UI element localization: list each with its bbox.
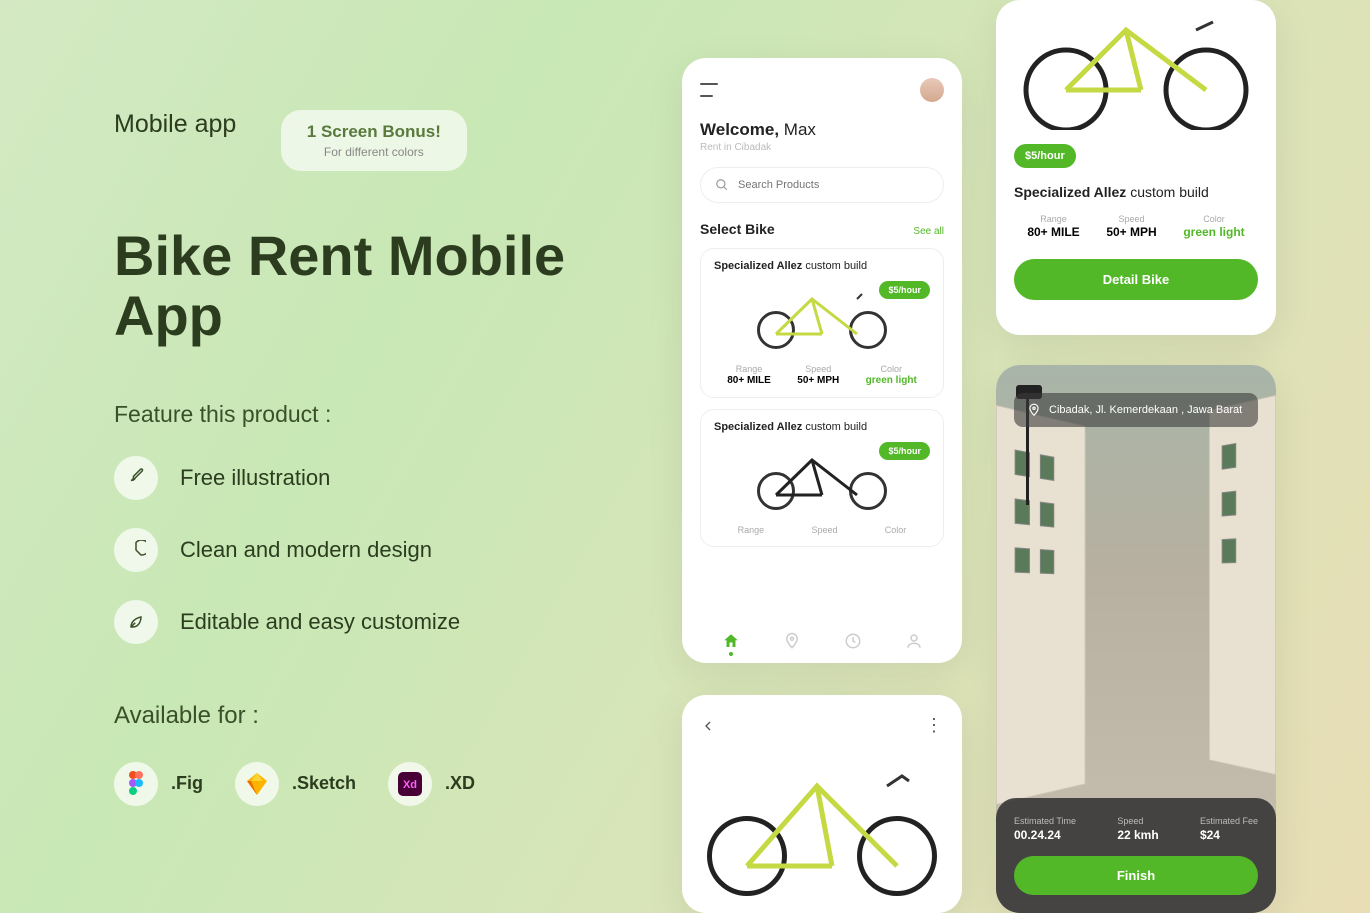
bonus-pill: 1 Screen Bonus! For different colors <box>281 110 467 171</box>
address-text: Cibadak, Jl. Kemerdekaan , Jawa Barat <box>1049 404 1242 416</box>
format-label: .Sketch <box>292 773 356 794</box>
format-xd: Xd .XD <box>388 762 475 806</box>
see-all-link[interactable]: See all <box>913 226 944 237</box>
stat-label: Speed <box>811 525 837 535</box>
phone-ride: Cibadak, Jl. Kemerdekaan , Jawa Barat Es… <box>996 365 1276 913</box>
bike-image-large <box>707 756 937 896</box>
stat-label: Color <box>885 525 907 535</box>
section-title: Select Bike <box>700 221 775 237</box>
back-icon[interactable] <box>700 717 718 735</box>
card-title: Specialized Allez custom build <box>714 421 930 433</box>
stat-label: Color <box>866 364 917 374</box>
stat-label: Speed <box>1106 214 1156 224</box>
stat-value: 00.24.24 <box>1014 828 1076 842</box>
more-icon[interactable]: ⋮ <box>925 715 944 736</box>
stat-value: 80+ MILE <box>727 375 771 386</box>
location-text: Rent in Cibadak <box>700 142 944 153</box>
stat-label: Estimated Time <box>1014 816 1076 826</box>
stat-label: Color <box>1183 214 1244 224</box>
bike-card[interactable]: Specialized Allez custom build $5/hour R… <box>700 409 944 547</box>
bike-image <box>757 445 887 510</box>
format-label: .Fig <box>171 773 203 794</box>
card-title: Specialized Allez custom build <box>714 260 930 272</box>
format-label: .XD <box>445 773 475 794</box>
nav-profile-icon[interactable] <box>905 632 923 650</box>
stat-value: 50+ MPH <box>797 375 839 386</box>
finish-button[interactable]: Finish <box>1014 856 1258 895</box>
stat-label: Range <box>1027 214 1079 224</box>
stat-value: 50+ MPH <box>1106 225 1156 239</box>
feature-text: Clean and modern design <box>180 537 432 563</box>
svg-text:Xd: Xd <box>403 779 417 791</box>
search-icon <box>715 178 729 192</box>
figma-icon <box>114 762 158 806</box>
palette-icon <box>114 528 158 572</box>
price-badge: $5/hour <box>879 442 930 460</box>
format-fig: .Fig <box>114 762 203 806</box>
phone-detail-top: ⋮ <box>682 695 962 913</box>
menu-icon[interactable] <box>700 83 720 97</box>
pin-icon <box>1027 403 1041 417</box>
stat-value: green light <box>1183 225 1244 239</box>
stat-value: 22 kmh <box>1117 828 1158 842</box>
bike-image-large <box>996 0 1276 130</box>
format-sketch: .Sketch <box>235 762 356 806</box>
stat-value: $24 <box>1200 828 1258 842</box>
welcome-text: Welcome, Max <box>700 120 944 140</box>
stat-label: Range <box>727 364 771 374</box>
available-heading: Available for : <box>114 702 654 730</box>
bonus-title: 1 Screen Bonus! <box>307 122 441 142</box>
search-field[interactable] <box>738 179 929 191</box>
avatar[interactable] <box>920 78 944 102</box>
stat-label: Speed <box>1117 816 1158 826</box>
phone-home: Welcome, Max Rent in Cibadak Select Bike… <box>682 58 962 663</box>
stat-label: Range <box>738 525 765 535</box>
sketch-icon <box>235 762 279 806</box>
stat-value: 80+ MILE <box>1027 225 1079 239</box>
feature-item: Editable and easy customize <box>114 600 654 644</box>
leaf-icon <box>114 600 158 644</box>
detail-title: Specialized Allez custom build <box>1014 184 1258 200</box>
price-badge: $5/hour <box>1014 144 1076 168</box>
feature-text: Free illustration <box>180 465 330 491</box>
bike-image <box>757 284 887 349</box>
stat-value: green light <box>866 375 917 386</box>
bonus-subtitle: For different colors <box>307 145 441 159</box>
xd-icon: Xd <box>388 762 432 806</box>
hero-title: Bike Rent Mobile App <box>114 226 654 346</box>
phone-detail: $5/hour Specialized Allez custom build R… <box>996 0 1276 335</box>
price-badge: $5/hour <box>879 281 930 299</box>
bike-card[interactable]: Specialized Allez custom build $5/hour R… <box>700 248 944 398</box>
nav-history-icon[interactable] <box>844 632 862 650</box>
ride-info-panel: Estimated Time 00.24.24 Speed 22 kmh Estim… <box>996 798 1276 913</box>
stat-label: Speed <box>797 364 839 374</box>
feature-item: Free illustration <box>114 456 654 500</box>
nav-location-icon[interactable] <box>783 632 801 650</box>
feature-item: Clean and modern design <box>114 528 654 572</box>
feature-text: Editable and easy customize <box>180 609 460 635</box>
detail-button[interactable]: Detail Bike <box>1014 259 1258 300</box>
features-heading: Feature this product : <box>114 401 654 428</box>
search-input[interactable] <box>700 167 944 203</box>
brush-icon <box>114 456 158 500</box>
location-bar: Cibadak, Jl. Kemerdekaan , Jawa Barat <box>1014 393 1258 427</box>
stat-label: Estimated Fee <box>1200 816 1258 826</box>
hero-subtitle: Mobile app <box>114 110 236 139</box>
nav-home-icon[interactable] <box>722 632 740 650</box>
